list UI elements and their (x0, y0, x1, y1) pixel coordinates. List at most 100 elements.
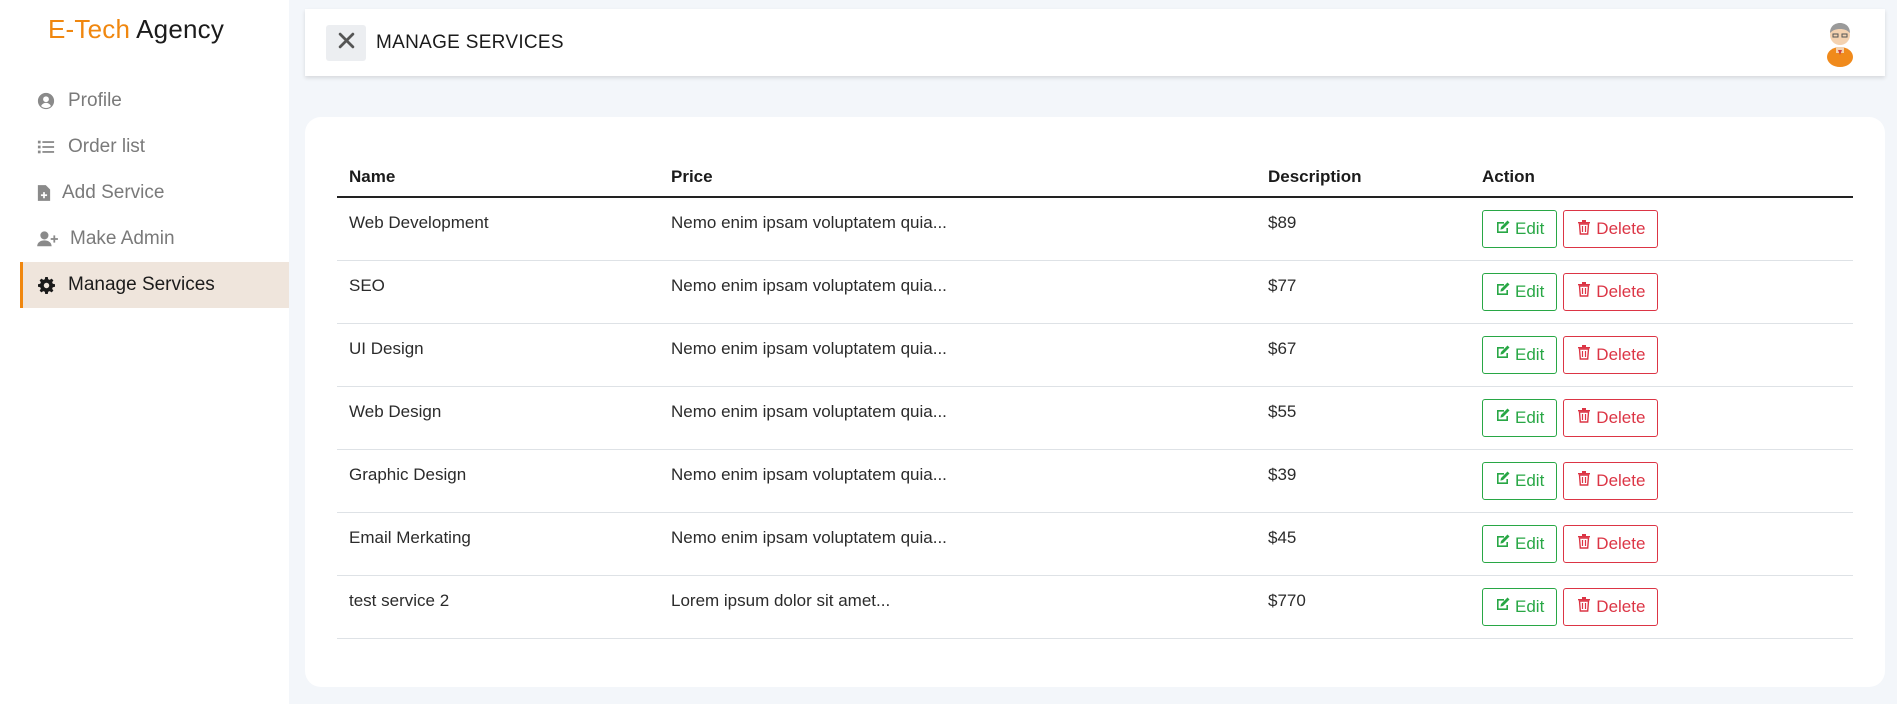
table-row: SEO Nemo enim ipsam voluptatem quia... $… (337, 260, 1853, 324)
delete-button[interactable]: Delete (1563, 524, 1659, 563)
delete-label: Delete (1596, 470, 1646, 490)
cell-description: $55 (1256, 386, 1470, 450)
cell-action: Edit Delete (1470, 449, 1853, 513)
delete-button[interactable]: Delete (1563, 398, 1659, 437)
trash-icon (1576, 344, 1592, 365)
table-row: test service 2 Lorem ipsum dolor sit ame… (337, 575, 1853, 639)
edit-button[interactable]: Edit (1482, 335, 1558, 374)
edit-button[interactable]: Edit (1482, 398, 1558, 437)
edit-icon (1495, 281, 1511, 302)
sidebar: E-Tech Agency Profile Order list Add Ser… (0, 0, 289, 704)
cell-price: Nemo enim ipsam voluptatem quia... (659, 386, 1256, 450)
edit-icon (1495, 470, 1511, 491)
edit-label: Edit (1515, 533, 1545, 553)
sidebar-item-make-admin[interactable]: Make Admin (20, 216, 289, 262)
cell-name: Web Design (337, 386, 659, 450)
sidebar-item-label: Manage Services (68, 274, 215, 295)
table-row: Graphic Design Nemo enim ipsam voluptate… (337, 449, 1853, 513)
cell-description: $67 (1256, 323, 1470, 387)
cell-description: $89 (1256, 197, 1470, 261)
delete-label: Delete (1596, 219, 1646, 238)
cell-price: Lorem ipsum dolor sit amet... (659, 575, 1256, 639)
brand-logo[interactable]: E-Tech Agency (48, 14, 224, 45)
table-row: UI Design Nemo enim ipsam voluptatem qui… (337, 323, 1853, 387)
trash-icon (1576, 281, 1592, 302)
cell-name: UI Design (337, 323, 659, 387)
avatar[interactable] (1823, 19, 1857, 67)
edit-label: Edit (1515, 344, 1545, 364)
delete-label: Delete (1596, 344, 1646, 364)
trash-icon (1576, 533, 1592, 554)
delete-button[interactable]: Delete (1563, 210, 1659, 248)
cell-action: Edit Delete (1470, 260, 1853, 324)
cell-name: SEO (337, 260, 659, 324)
top-header: MANAGE SERVICES (305, 9, 1885, 76)
edit-icon (1495, 596, 1511, 617)
delete-label: Delete (1596, 596, 1646, 616)
cell-action: Edit Delete (1470, 323, 1853, 387)
table-row: Email Merkating Nemo enim ipsam voluptat… (337, 512, 1853, 576)
table-row: Web Development Nemo enim ipsam voluptat… (337, 197, 1853, 261)
brand-part2: Agency (130, 14, 225, 44)
trash-icon (1576, 596, 1592, 617)
trash-icon (1576, 219, 1592, 240)
sidebar-item-label: Add Service (62, 182, 165, 203)
delete-label: Delete (1596, 407, 1646, 427)
brand-part1: E-Tech (48, 14, 131, 44)
cell-name: Email Merkating (337, 512, 659, 576)
trash-icon (1576, 470, 1592, 491)
edit-label: Edit (1515, 407, 1545, 427)
edit-icon (1495, 219, 1511, 240)
sidebar-nav: Profile Order list Add Service Make Admi… (20, 78, 289, 308)
trash-icon (1576, 407, 1592, 428)
edit-button[interactable]: Edit (1482, 272, 1558, 311)
column-header-description: Description (1256, 157, 1470, 198)
delete-label: Delete (1596, 533, 1646, 553)
delete-button[interactable]: Delete (1563, 335, 1659, 374)
delete-button[interactable]: Delete (1563, 461, 1659, 500)
edit-label: Edit (1515, 219, 1545, 238)
cell-name: Graphic Design (337, 449, 659, 513)
cell-price: Nemo enim ipsam voluptatem quia... (659, 197, 1256, 261)
column-header-name: Name (337, 157, 659, 198)
cell-action: Edit Delete (1470, 386, 1853, 450)
cell-price: Nemo enim ipsam voluptatem quia... (659, 512, 1256, 576)
sidebar-item-order-list[interactable]: Order list (20, 124, 289, 170)
edit-icon (1495, 344, 1511, 365)
edit-button[interactable]: Edit (1482, 210, 1558, 248)
sidebar-item-profile[interactable]: Profile (20, 78, 289, 124)
delete-button[interactable]: Delete (1563, 272, 1659, 311)
page-title: MANAGE SERVICES (376, 31, 564, 53)
close-button[interactable] (326, 24, 366, 61)
cell-description: $770 (1256, 575, 1470, 639)
user-circle-icon (36, 91, 56, 111)
column-header-action: Action (1470, 157, 1853, 198)
user-plus-icon (36, 229, 60, 249)
edit-button[interactable]: Edit (1482, 461, 1558, 500)
sidebar-item-label: Make Admin (70, 228, 175, 249)
cell-price: Nemo enim ipsam voluptatem quia... (659, 323, 1256, 387)
cell-action: Edit Delete (1470, 575, 1853, 639)
edit-button[interactable]: Edit (1482, 587, 1558, 626)
edit-button[interactable]: Edit (1482, 524, 1558, 563)
services-card: Name Price Description Action Web Develo… (305, 117, 1885, 687)
cell-name: test service 2 (337, 575, 659, 639)
delete-button[interactable]: Delete (1563, 587, 1659, 626)
cell-action: Edit Delete (1470, 197, 1853, 261)
file-plus-icon (36, 183, 52, 203)
edit-label: Edit (1515, 596, 1545, 616)
sidebar-item-label: Order list (68, 136, 146, 157)
sidebar-item-add-service[interactable]: Add Service (20, 170, 289, 216)
close-icon (338, 32, 355, 54)
delete-label: Delete (1596, 281, 1646, 301)
sidebar-item-manage-services[interactable]: Manage Services (20, 262, 289, 308)
edit-label: Edit (1515, 281, 1545, 301)
services-table: Name Price Description Action Web Develo… (337, 157, 1853, 639)
table-row: Web Design Nemo enim ipsam voluptatem qu… (337, 386, 1853, 450)
table-header-row: Name Price Description Action (337, 157, 1853, 198)
column-header-price: Price (659, 157, 1256, 198)
cell-action: Edit Delete (1470, 512, 1853, 576)
cell-price: Nemo enim ipsam voluptatem quia... (659, 260, 1256, 324)
sidebar-item-label: Profile (68, 90, 122, 111)
edit-icon (1495, 533, 1511, 554)
